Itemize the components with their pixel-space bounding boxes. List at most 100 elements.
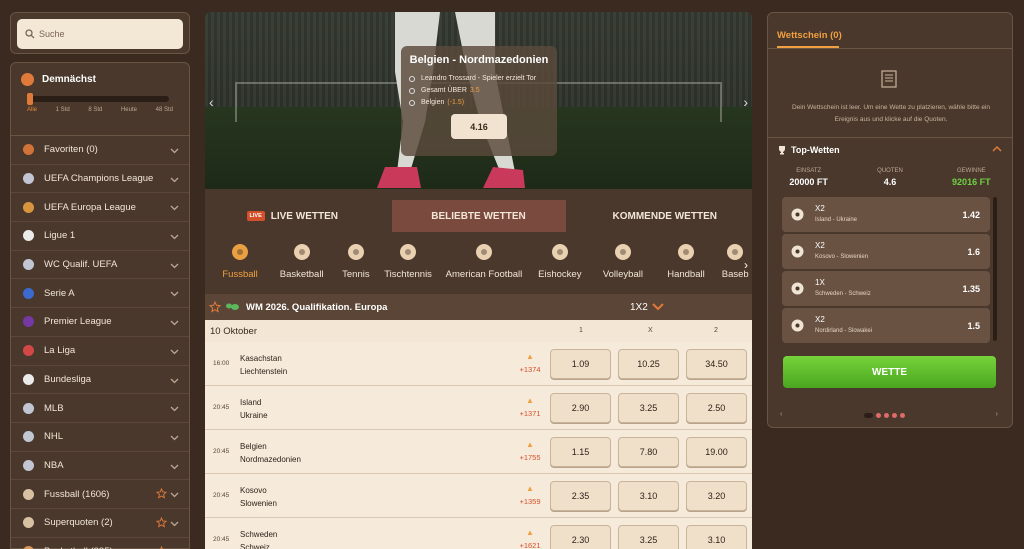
sidebar-item-label: Premier League	[44, 316, 112, 328]
sidebar-item-label: NBA	[44, 459, 64, 471]
favorite-star-icon[interactable]	[155, 487, 168, 499]
odds-draw-button[interactable]: 10.25	[618, 349, 679, 379]
pick-event: Island - Ukraine	[815, 217, 858, 223]
tick-1h[interactable]: 1 Std	[56, 107, 70, 113]
sidebar-item[interactable]: Superquoten (2)	[11, 509, 189, 538]
sport-tab[interactable]: Volleyball	[592, 238, 653, 294]
match-teams[interactable]: Kosovo Slowenien	[240, 484, 277, 510]
more-markets[interactable]: ▲ +1755	[517, 438, 543, 464]
sidebar-item[interactable]: Premier League	[11, 308, 189, 337]
more-markets[interactable]: ▲ +1374	[517, 350, 543, 376]
match-row[interactable]: 20:45 Island Ukraine ▲ +1371 2.90 3.25 2.50	[205, 386, 752, 430]
search-placeholder: Suche	[39, 29, 65, 39]
chevron-down-icon	[170, 205, 179, 211]
match-teams[interactable]: Kasachstan Liechtenstein	[240, 352, 287, 378]
more-markets[interactable]: ▲ +1359	[517, 482, 543, 508]
sidebar-item[interactable]: WC Qualif. UEFA	[11, 251, 189, 280]
favorite-star-icon[interactable]	[156, 545, 167, 549]
sport-tab[interactable]: Tennis	[336, 238, 375, 294]
tick-all[interactable]: Alle	[27, 107, 37, 113]
chevron-down-icon	[170, 464, 179, 469]
odds-away-button[interactable]: 3.10	[686, 525, 747, 549]
odds-home-button[interactable]: 2.35	[550, 481, 611, 511]
carousel-prev-icon[interactable]: ‹	[780, 411, 782, 418]
top-bets-header[interactable]: Top-Wetten	[777, 145, 840, 155]
sidebar-item[interactable]: Ligue 1	[11, 222, 189, 251]
tick-48h[interactable]: 48 Std	[156, 107, 173, 113]
favorite-star-icon[interactable]	[155, 516, 168, 528]
more-markets[interactable]: ▲ +1621	[517, 526, 543, 549]
sidebar-item[interactable]: Serie A	[11, 279, 189, 309]
odds-away-button[interactable]: 2.50	[686, 393, 747, 423]
top-bet-pick[interactable]: X2 Nordirland - Slowakei 1.5	[782, 308, 990, 343]
banner-prev-icon[interactable]: ‹	[209, 94, 214, 110]
more-markets[interactable]: ▲ +1371	[517, 394, 543, 420]
sport-tab[interactable]: Handball	[657, 238, 714, 294]
promo-odds-button[interactable]: 4.16	[451, 114, 507, 139]
odds-draw-button[interactable]: 3.10	[618, 481, 679, 511]
odds-draw-button[interactable]: 3.25	[618, 525, 679, 549]
odds-home-button[interactable]: 1.15	[550, 437, 611, 467]
sidebar-item[interactable]: UEFA Europa League	[11, 193, 189, 223]
odds-home-button[interactable]: 2.30	[550, 525, 611, 549]
odds-home-button[interactable]: 1.09	[550, 349, 611, 379]
sidebar-item[interactable]: NBA	[11, 452, 189, 481]
match-teams[interactable]: Belgien Nordmazedonien	[240, 440, 301, 466]
tab-popular[interactable]: BELIEBTE WETTEN	[391, 200, 566, 232]
clock-icon	[21, 73, 34, 86]
sidebar-item[interactable]: Fussball (1606)	[11, 480, 189, 509]
time-slider-handle[interactable]	[27, 93, 33, 105]
odds-away-button[interactable]: 3.20	[686, 481, 747, 511]
match-row[interactable]: 20:45 Schweden Schweiz ▲ +1621 2.30 3.25 3.10	[205, 518, 752, 549]
sports-next-icon[interactable]: ›	[744, 258, 748, 272]
sport-tab[interactable]: Basketball	[271, 238, 332, 294]
sidebar-item[interactable]: La Liga	[11, 337, 189, 366]
top-bet-pick[interactable]: 1X Schweden - Schweiz 1.35	[782, 271, 990, 306]
picks-scrollbar[interactable]	[993, 197, 997, 341]
time-slider[interactable]	[27, 93, 169, 105]
odds-away-button[interactable]: 34.50	[686, 349, 747, 379]
favorite-star-icon[interactable]	[209, 301, 221, 313]
betslip-panel: Wettschein (0) Dein Wettschein ist leer.…	[767, 12, 1013, 428]
sport-tab[interactable]: Tischtennis	[380, 238, 437, 294]
radio-icon	[409, 87, 415, 94]
top-bet-pick[interactable]: X2 Kosovo - Slowenien 1.6	[782, 234, 990, 269]
tab-upcoming[interactable]: KOMMENDE WETTEN	[578, 200, 753, 232]
soccer-ball-icon	[21, 487, 35, 501]
carousel-dot[interactable]	[864, 413, 873, 418]
sidebar-item[interactable]: UEFA Champions League	[11, 165, 189, 194]
tick-8h[interactable]: 8 Std	[88, 107, 102, 113]
match-row[interactable]: 16:00 Kasachstan Liechtenstein ▲ +1374 1.09 10…	[205, 342, 752, 386]
carousel-dot[interactable]	[900, 413, 905, 418]
match-row[interactable]: 20:45 Kosovo Slowenien ▲ +1359 2.35 3.10 3.20	[205, 474, 752, 518]
search-input[interactable]: Suche	[17, 19, 183, 49]
carousel-dot[interactable]	[876, 413, 881, 418]
sidebar-item[interactable]: Bundesliga	[11, 366, 189, 395]
tick-today[interactable]: Heute	[121, 107, 137, 113]
sport-tab[interactable]: American Football	[441, 238, 528, 294]
carousel-dot[interactable]	[892, 413, 897, 418]
sidebar-item[interactable]: Basketball (235)	[11, 538, 189, 549]
top-bet-pick[interactable]: X2 Island - Ukraine 1.42	[782, 197, 990, 232]
odds-draw-button[interactable]: 3.25	[618, 393, 679, 423]
match-row[interactable]: 20:45 Belgien Nordmazedonien ▲ +1755 1.15 7.80…	[205, 430, 752, 474]
sport-tab[interactable]: Eishockey	[531, 238, 588, 294]
odds-away-button[interactable]: 19.00	[686, 437, 747, 467]
carousel-dot[interactable]	[884, 413, 889, 418]
sidebar-item[interactable]: MLB	[11, 394, 189, 423]
league-header: WM 2026. Qualifikation. Europa 1X2	[205, 294, 752, 320]
sidebar-item[interactable]: Favoriten (0)	[11, 136, 189, 165]
place-bet-button[interactable]: WETTE	[783, 356, 996, 388]
chevron-up-icon[interactable]	[992, 145, 1002, 153]
market-selector[interactable]: 1X2	[630, 302, 664, 313]
sport-tab[interactable]: Fussball	[213, 238, 267, 294]
betslip-tab[interactable]: Wettschein (0)	[777, 30, 842, 41]
odds-home-button[interactable]: 2.90	[550, 393, 611, 423]
odds-draw-button[interactable]: 7.80	[618, 437, 679, 467]
sidebar-item[interactable]: NHL	[11, 423, 189, 452]
match-teams[interactable]: Island Ukraine	[240, 396, 268, 422]
tab-live[interactable]: LIVE LIVE WETTEN	[205, 200, 380, 232]
carousel-next-icon[interactable]: ›	[996, 411, 998, 418]
match-teams[interactable]: Schweden Schweiz	[240, 528, 277, 549]
banner-next-icon[interactable]: ›	[743, 94, 748, 110]
